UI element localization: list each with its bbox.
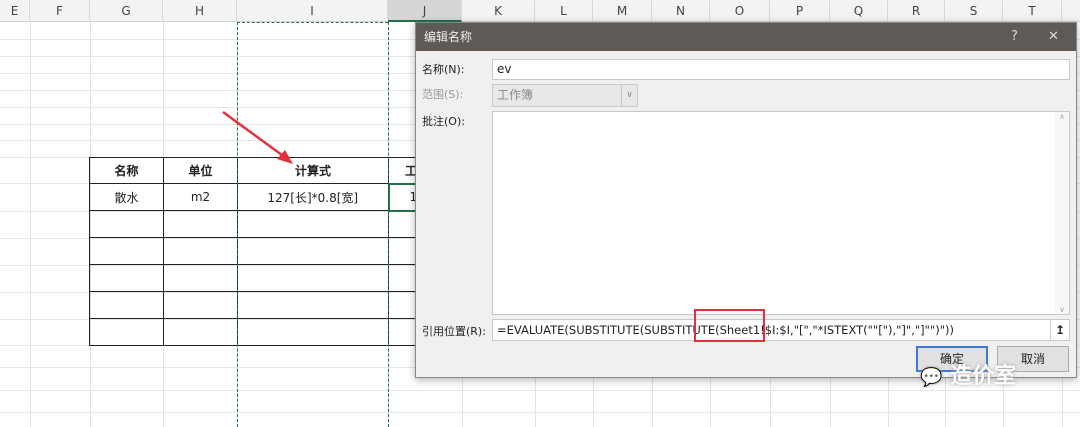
comment-label: 批注(O): <box>422 115 465 128</box>
column-header-l[interactable]: L <box>535 0 593 22</box>
cell[interactable] <box>237 264 389 292</box>
column-header-r[interactable]: R <box>888 0 945 22</box>
table-row <box>89 291 463 319</box>
column-header-k[interactable]: K <box>462 0 535 22</box>
dialog-title: 编辑名称 <box>424 30 473 44</box>
wechat-icon: 💬 <box>920 367 943 388</box>
column-header-p[interactable]: P <box>770 0 830 22</box>
watermark: 💬 造价室 <box>920 358 1016 390</box>
column-header-q[interactable]: Q <box>830 0 888 22</box>
cell[interactable] <box>89 291 164 319</box>
cell[interactable] <box>237 291 389 319</box>
column-header-o[interactable]: O <box>710 0 770 22</box>
cell[interactable] <box>89 210 164 238</box>
cell[interactable] <box>89 264 164 292</box>
table-row <box>89 210 463 238</box>
comment-textarea[interactable]: ∧ ∨ <box>492 111 1070 315</box>
name-input[interactable]: ev <box>492 59 1070 80</box>
column-header-n[interactable]: N <box>652 0 710 22</box>
cell[interactable] <box>163 237 238 265</box>
column-header-m[interactable]: M <box>593 0 652 22</box>
table-row <box>89 237 463 265</box>
cell[interactable] <box>163 318 238 346</box>
collapse-dialog-icon[interactable]: ↥ <box>1050 320 1069 340</box>
highlight-box-annotation <box>694 309 765 342</box>
cell[interactable] <box>163 210 238 238</box>
close-button[interactable]: ✕ <box>1048 23 1059 51</box>
scope-label: 范围(S): <box>422 88 464 101</box>
column-header-t[interactable]: T <box>1003 0 1062 22</box>
cell[interactable] <box>163 264 238 292</box>
table-row <box>89 318 463 346</box>
chevron-down-icon[interactable]: ∨ <box>621 85 637 106</box>
dialog-titlebar[interactable]: 编辑名称 ? ✕ <box>416 23 1076 51</box>
scrollbar[interactable]: ∧ ∨ <box>1055 112 1069 314</box>
reference-input[interactable]: =EVALUATE(SUBSTITUTE(SUBSTITUTE(Sheet1!$… <box>492 319 1070 341</box>
help-button[interactable]: ? <box>1011 23 1018 51</box>
scope-select[interactable]: 工作簿 ∨ <box>492 84 638 107</box>
red-arrow-annotation <box>222 110 293 164</box>
cell[interactable] <box>237 237 389 265</box>
cell[interactable] <box>89 237 164 265</box>
scope-value: 工作簿 <box>497 88 534 102</box>
table-row <box>89 264 463 292</box>
cell[interactable] <box>237 210 389 238</box>
name-label: 名称(N): <box>422 63 465 76</box>
reference-label: 引用位置(R): <box>422 325 486 338</box>
column-header-s[interactable]: S <box>945 0 1003 22</box>
cell[interactable] <box>237 318 389 346</box>
cell[interactable] <box>163 291 238 319</box>
cell[interactable] <box>89 318 164 346</box>
watermark-text: 造价室 <box>950 364 1017 389</box>
